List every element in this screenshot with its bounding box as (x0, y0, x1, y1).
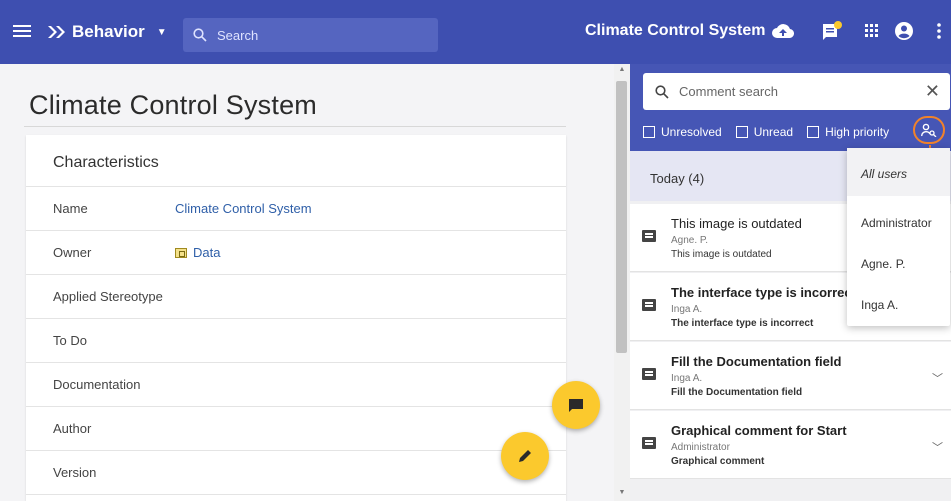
property-label: Owner (53, 245, 92, 260)
comment-fab[interactable] (552, 381, 600, 429)
scrollbar-thumb[interactable] (616, 81, 627, 353)
property-label: Author (53, 421, 92, 436)
user-filter-dropdown: All users Administrator Agne. P. Inga A. (847, 148, 950, 326)
checkbox[interactable] (807, 126, 820, 138)
divider (24, 126, 566, 127)
project-title: Climate Control System (585, 22, 766, 39)
user-filter-button[interactable] (913, 116, 945, 144)
comment-body: The interface type is incorrect (671, 318, 814, 329)
property-row-name: Name Climate Control System (26, 187, 566, 231)
breadcrumb[interactable]: Behavior ▼ (48, 18, 167, 46)
comment-author: Administrator (671, 442, 730, 453)
property-label: Documentation (53, 377, 141, 392)
property-label: Name (53, 201, 88, 216)
package-icon (175, 247, 187, 258)
comment-title: This image is outdated (671, 216, 802, 231)
filter-unresolved[interactable]: Unresolved (643, 125, 722, 139)
top-bar: Behavior ▼ Climate Control System (0, 0, 951, 64)
comment-item[interactable]: Graphical comment for Start Administrato… (630, 411, 951, 479)
property-label: Applied Stereotype (53, 289, 163, 304)
checkbox[interactable] (735, 126, 748, 138)
double-chevron-icon (48, 26, 65, 38)
comment-icon (642, 299, 656, 311)
search-icon (655, 84, 669, 99)
property-label: To Do (53, 333, 87, 348)
filter-unread[interactable]: Unread (735, 125, 793, 139)
user-option-all[interactable]: All users (847, 148, 950, 196)
page-title: Climate Control System (29, 90, 317, 120)
hamburger-icon[interactable] (13, 22, 31, 42)
comments-header: ✕ Unresolved Unread High priority (630, 64, 951, 151)
scroll-down-icon[interactable]: ▼ (617, 489, 627, 496)
characteristics-card: Characteristics Name Climate Control Sys… (26, 135, 566, 501)
comment-icon (569, 398, 583, 412)
comment-body: Graphical comment (671, 456, 765, 467)
more-vertical-icon[interactable] (926, 18, 951, 44)
comment-icon (642, 368, 656, 380)
property-value-link[interactable]: Climate Control System (175, 201, 312, 216)
property-row-stereotype[interactable]: Applied Stereotype (26, 275, 566, 319)
breadcrumb-label: Behavior (72, 22, 145, 41)
property-value-link[interactable]: Data (175, 245, 220, 260)
comment-item[interactable]: Fill the Documentation field Inga A. Fil… (630, 342, 951, 410)
cloud-upload-icon[interactable] (770, 18, 796, 44)
property-row-author[interactable]: Author (26, 407, 566, 451)
chevron-down-icon[interactable]: ﹀ (932, 439, 943, 455)
pencil-icon (519, 450, 531, 462)
comment-author: Inga A. (671, 373, 703, 384)
comment-author: Agne. P. (671, 235, 709, 246)
search-icon (193, 28, 207, 42)
property-row-documentation[interactable]: Documentation (26, 363, 566, 407)
close-icon[interactable]: ✕ (925, 81, 940, 102)
account-icon[interactable] (891, 18, 917, 44)
scroll-up-icon[interactable]: ▲ (617, 66, 627, 73)
comment-search-input[interactable] (679, 84, 909, 99)
property-label: Version (53, 465, 97, 480)
apps-grid-icon[interactable] (859, 18, 885, 44)
chevron-down-icon[interactable]: ﹀ (932, 370, 943, 386)
comment-search[interactable]: ✕ (643, 73, 950, 110)
card-title: Characteristics (26, 135, 566, 187)
comment-icon (642, 437, 656, 449)
comment-body: This image is outdated (671, 249, 772, 260)
user-option[interactable]: Administrator (847, 196, 950, 237)
user-option[interactable]: Agne. P. (847, 237, 950, 278)
property-row-version[interactable]: Version (26, 451, 566, 495)
checkbox[interactable] (643, 126, 655, 138)
property-row-todo[interactable]: To Do (26, 319, 566, 363)
notifications-icon[interactable] (819, 18, 845, 44)
user-option[interactable]: Inga A. (847, 278, 950, 319)
user-search-icon (921, 123, 937, 137)
comment-icon (642, 230, 656, 242)
comment-body: Fill the Documentation field (671, 387, 803, 398)
property-row-owner: Owner Data (26, 231, 566, 275)
global-search[interactable] (183, 18, 438, 52)
comment-title: The interface type is incorrect (671, 285, 856, 300)
comment-title: Graphical comment for Start (671, 423, 847, 438)
search-input[interactable] (217, 27, 417, 43)
comment-title: Fill the Documentation field (671, 354, 842, 369)
edit-fab[interactable] (501, 432, 549, 480)
comment-filters: Unresolved Unread High priority (643, 125, 889, 139)
chevron-down-icon: ▼ (156, 26, 167, 38)
comment-author: Inga A. (671, 304, 703, 315)
filter-high-priority[interactable]: High priority (807, 125, 889, 139)
